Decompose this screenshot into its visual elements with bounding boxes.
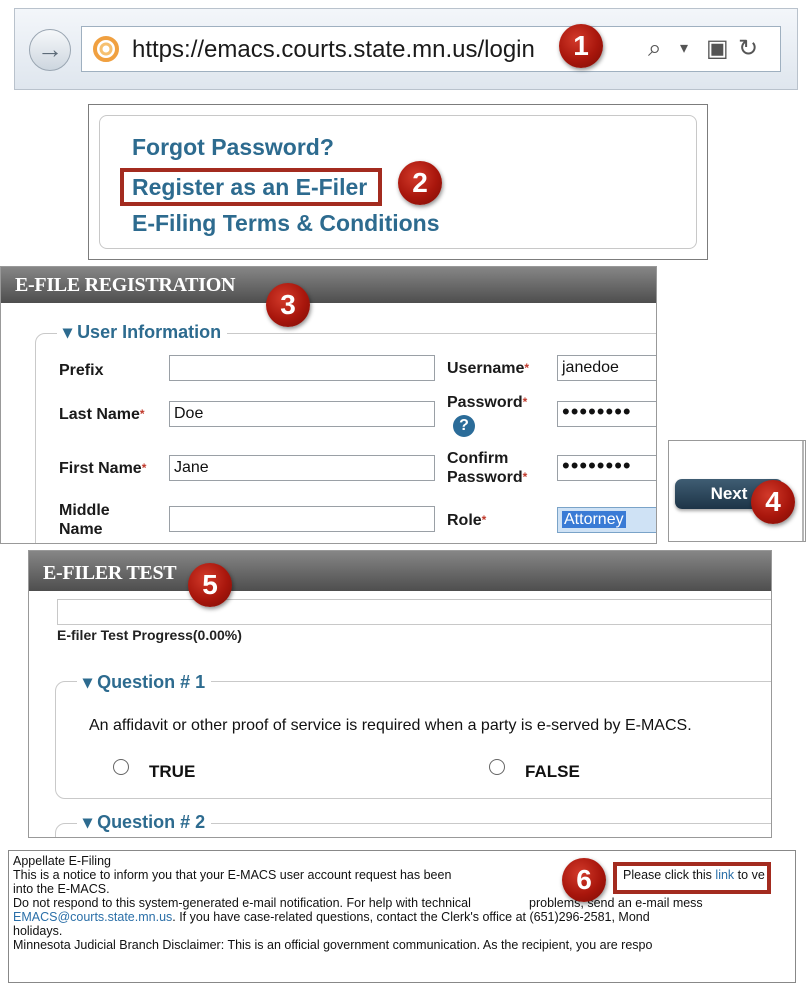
address-bar[interactable]: https://emacs.courts.state.mn.us/login ⌕… xyxy=(81,26,781,72)
email-line-donot: Do not respond to this system-generated … xyxy=(13,896,471,910)
middle-name-label-line2: Name xyxy=(59,521,103,538)
required-mark: * xyxy=(481,513,487,527)
dropdown-icon[interactable]: ▾ xyxy=(680,34,688,64)
email-line-problems: problems, send an e-mail mess xyxy=(529,896,703,910)
question-2-title: Question # 2 xyxy=(97,812,206,832)
collapse-icon: ▾ xyxy=(63,322,73,342)
terms-conditions-link[interactable]: E-Filing Terms & Conditions xyxy=(132,210,440,237)
emacs-email-link[interactable]: EMACS@courts.state.mn.us xyxy=(13,910,172,924)
required-mark: * xyxy=(139,407,145,421)
email-subject: Appellate E-Filing xyxy=(13,854,111,868)
test-progress-bar xyxy=(57,599,771,625)
password-help-icon[interactable]: ? xyxy=(453,415,475,437)
prefix-label: Prefix xyxy=(59,362,104,379)
question-2-legend[interactable]: ▾ Question # 2 xyxy=(77,812,212,833)
confirm-label-line2: Password xyxy=(447,469,523,486)
panel-divider xyxy=(802,441,804,541)
search-icon[interactable]: ⌕ xyxy=(648,34,661,64)
last-name-label-text: Last Name xyxy=(59,406,140,423)
email-line-emacs: into the E-MACS. xyxy=(13,882,110,896)
email-line-holidays: holidays. xyxy=(13,924,63,938)
false-option-label[interactable]: FALSE xyxy=(525,762,580,782)
role-select[interactable]: Attorney xyxy=(557,507,656,533)
contact-text: . If you have case-related questions, co… xyxy=(172,910,650,924)
required-mark: * xyxy=(141,461,147,475)
question-1-legend[interactable]: ▾ Question # 1 xyxy=(77,672,212,693)
url-text: https://emacs.courts.state.mn.us/login xyxy=(132,36,535,63)
username-label-text: Username xyxy=(447,360,525,377)
confirm-password-input[interactable]: •••••••• xyxy=(557,455,656,481)
middle-name-label: Middle Name xyxy=(59,501,110,539)
email-line-notice: This is a notice to inform you that your… xyxy=(13,868,452,882)
prefix-input[interactable] xyxy=(169,355,435,381)
click-link-highlight-box xyxy=(613,862,771,894)
required-mark: * xyxy=(522,470,528,484)
role-label-text: Role xyxy=(447,512,482,529)
password-input[interactable]: •••••••• xyxy=(557,401,656,427)
lock-icon[interactable]: ▣ xyxy=(706,34,729,64)
first-name-input[interactable]: Jane xyxy=(169,455,435,481)
refresh-icon[interactable]: ↻ xyxy=(738,34,758,64)
user-information-title: User Information xyxy=(77,322,222,342)
collapse-icon: ▾ xyxy=(83,812,93,832)
efiler-test-panel: E-FILER TEST E-filer Test Progress(0.00%… xyxy=(28,550,772,838)
question-1-text: An affidavit or other proof of service i… xyxy=(89,717,692,734)
collapse-icon: ▾ xyxy=(83,672,93,692)
first-name-label-text: First Name xyxy=(59,460,142,477)
step-badge-6: 6 xyxy=(562,858,606,902)
password-label: Password* xyxy=(447,393,527,412)
browser-toolbar: → https://emacs.courts.state.mn.us/login… xyxy=(14,8,798,90)
false-radio[interactable] xyxy=(489,759,505,775)
question-1-title: Question # 1 xyxy=(97,672,206,692)
role-selected-value: Attorney xyxy=(562,511,626,528)
confirm-password-label: Confirm Password* xyxy=(447,449,527,487)
first-name-label: First Name* xyxy=(59,459,146,478)
username-input[interactable]: janedoe xyxy=(557,355,656,381)
step-badge-2: 2 xyxy=(398,161,442,205)
step-badge-4: 4 xyxy=(751,480,795,524)
efile-registration-panel: E-FILE REGISTRATION ▾ User Information P… xyxy=(0,266,657,544)
middle-name-input[interactable] xyxy=(169,506,435,532)
step-badge-1: 1 xyxy=(559,24,603,68)
forgot-password-link[interactable]: Forgot Password? xyxy=(132,134,334,161)
site-favicon-icon xyxy=(93,36,119,62)
back-arrow-icon: → xyxy=(37,34,63,64)
test-progress-label: E-filer Test Progress(0.00%) xyxy=(57,627,242,643)
password-label-text: Password xyxy=(447,394,523,411)
email-line-contact: EMACS@courts.state.mn.us. If you have ca… xyxy=(13,910,650,924)
required-mark: * xyxy=(524,361,530,375)
registration-header: E-FILE REGISTRATION xyxy=(1,267,656,303)
last-name-label: Last Name* xyxy=(59,405,145,424)
user-information-legend[interactable]: ▾ User Information xyxy=(57,322,228,343)
back-button[interactable]: → xyxy=(29,29,71,71)
efiler-test-header: E-FILER TEST xyxy=(29,551,771,591)
true-radio[interactable] xyxy=(113,759,129,775)
step-badge-3: 3 xyxy=(266,283,310,327)
last-name-input[interactable]: Doe xyxy=(169,401,435,427)
step-badge-5: 5 xyxy=(188,563,232,607)
middle-name-label-line1: Middle xyxy=(59,502,110,519)
username-label: Username* xyxy=(447,359,529,378)
role-label: Role* xyxy=(447,511,486,530)
true-option-label[interactable]: TRUE xyxy=(149,762,195,782)
confirm-label-line1: Confirm xyxy=(447,450,509,467)
register-highlight-box xyxy=(120,168,382,206)
required-mark: * xyxy=(522,395,528,409)
email-line-disclaimer: Minnesota Judicial Branch Disclaimer: Th… xyxy=(13,938,653,952)
